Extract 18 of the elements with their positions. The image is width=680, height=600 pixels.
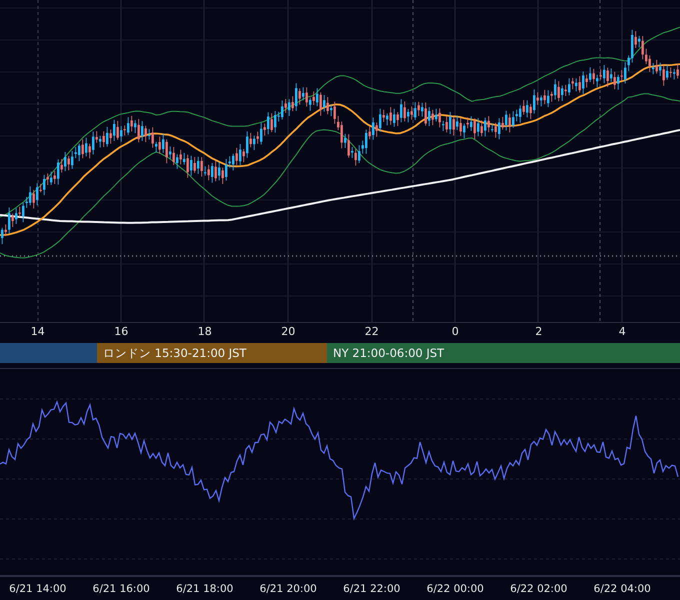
date-axis-label: 6/22 04:00 bbox=[594, 582, 651, 597]
time-axis-label: 4 bbox=[618, 324, 626, 340]
time-axis-label: 14 bbox=[30, 324, 45, 340]
session-band: ロンドン 15:30-21:00 JST bbox=[97, 343, 327, 363]
date-axis-label: 6/21 22:00 bbox=[343, 582, 400, 597]
date-axis-label: 6/22 02:00 bbox=[510, 582, 568, 597]
date-axis-label: 6/22 00:00 bbox=[426, 582, 484, 597]
session-band: NY 21:00-06:00 JST bbox=[327, 343, 680, 363]
time-axis-label: 0 bbox=[452, 324, 459, 340]
date-axis-label: 6/21 16:00 bbox=[92, 582, 150, 597]
time-axis-label: 16 bbox=[114, 324, 128, 340]
time-axis-label: 22 bbox=[364, 324, 379, 340]
date-axis-label: 6/21 20:00 bbox=[260, 582, 317, 597]
time-axis-label: 18 bbox=[198, 324, 212, 340]
date-axis-label: 6/21 18:00 bbox=[176, 582, 234, 597]
time-axis-label: 2 bbox=[535, 324, 542, 340]
time-axis-label: 20 bbox=[281, 324, 296, 340]
date-axis-label: 6/21 14:00 bbox=[9, 582, 66, 597]
